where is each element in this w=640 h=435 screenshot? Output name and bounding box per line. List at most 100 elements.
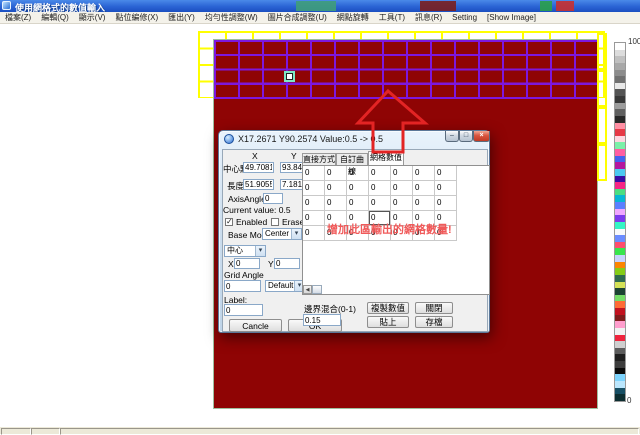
cancel-button[interactable]: Cancle	[229, 319, 282, 332]
grid-cell[interactable]: 0	[435, 181, 457, 196]
base-mode-select[interactable]: Center	[262, 228, 302, 240]
color-band	[615, 89, 625, 96]
app-title-bar[interactable]: 使用網格式的數值輸入	[0, 0, 640, 12]
menu-item[interactable]: 編輯(Q)	[36, 12, 74, 23]
color-band	[615, 341, 625, 348]
anchor-value: 中心	[227, 246, 243, 255]
grid-cell[interactable]: 0	[435, 166, 457, 181]
color-band	[615, 315, 625, 322]
grid-angle-input[interactable]	[224, 280, 261, 292]
enabled-checkbox[interactable]	[225, 218, 233, 226]
color-band	[615, 229, 625, 236]
scale-max-label: 100	[628, 37, 640, 46]
minimize-button-icon[interactable]: –	[445, 131, 459, 142]
menu-item[interactable]: 網點旋轉	[332, 12, 374, 23]
menu-item[interactable]: 匯出(Y)	[163, 12, 200, 23]
erase-dots-checkbox[interactable]	[271, 218, 279, 226]
grid-cell[interactable]: 0	[303, 196, 325, 211]
column-header-y: Y	[291, 152, 297, 161]
blend-input[interactable]	[303, 314, 341, 326]
grid-cell[interactable]: 0	[413, 166, 435, 181]
column-header-x: X	[252, 152, 258, 161]
color-band	[615, 295, 625, 302]
color-band	[615, 388, 625, 395]
grid-cell[interactable]: 0	[303, 226, 325, 241]
color-band	[615, 123, 625, 130]
color-band	[615, 282, 625, 289]
selected-point-marker[interactable]	[286, 73, 293, 80]
grid-cell[interactable]: 0	[325, 166, 347, 181]
center-x-input[interactable]	[243, 162, 274, 173]
grid-cell[interactable]: 0	[413, 181, 435, 196]
menu-item[interactable]: [Show Image]	[482, 13, 541, 22]
grid-cell[interactable]: 0	[369, 196, 391, 211]
grid-cell[interactable]: 0	[303, 211, 325, 226]
color-band	[615, 328, 625, 335]
dialog-body: X Y 中心點 長度 AxisAngle Current value: 0.5 …	[222, 149, 488, 332]
grid-angle-mode-select[interactable]: Default	[265, 280, 305, 292]
grid-angle-mode-value: Default	[268, 281, 293, 290]
close-button-icon[interactable]: ×	[473, 131, 490, 142]
tab-direct-mode[interactable]: 直接方式	[302, 153, 336, 165]
grid-cell[interactable]: 0	[347, 196, 369, 211]
copy-values-button[interactable]: 複製數值	[367, 302, 409, 314]
label-input[interactable]	[224, 304, 263, 316]
background-window-fragment	[556, 1, 574, 11]
color-band	[615, 321, 625, 328]
grid-cell[interactable]: 0	[325, 196, 347, 211]
y-offset-input[interactable]	[274, 258, 300, 269]
close-dialog-button[interactable]: 關閉	[415, 302, 453, 314]
color-band	[615, 209, 625, 216]
scroll-thumb[interactable]	[312, 285, 322, 294]
grid-hscrollbar[interactable]: ◀	[303, 285, 322, 294]
color-band	[615, 43, 625, 50]
dialog-icon	[224, 134, 234, 144]
axis-angle-input[interactable]	[263, 193, 283, 204]
save-button[interactable]: 存檔	[415, 316, 453, 328]
grid-cell[interactable]: 0	[413, 196, 435, 211]
grid-cell[interactable]: 0	[391, 166, 413, 181]
menu-item[interactable]: 訊息(R)	[410, 12, 447, 23]
grid-cell[interactable]: 0	[303, 166, 325, 181]
background-window-fragment	[420, 1, 456, 11]
color-band	[615, 162, 625, 169]
menu-item[interactable]: 檔案(Z)	[0, 12, 36, 23]
color-band	[615, 70, 625, 77]
base-mode-value: Center	[265, 229, 289, 238]
x-label: X	[228, 260, 234, 269]
background-window-fragment	[540, 1, 552, 11]
grid-cell[interactable]: 0	[325, 181, 347, 196]
red-up-arrow-annotation	[350, 85, 435, 157]
grid-cell[interactable]: 0	[369, 166, 391, 181]
scroll-left-icon[interactable]: ◀	[303, 285, 312, 294]
menu-item[interactable]: 顯示(V)	[74, 12, 111, 23]
anchor-select[interactable]: 中心	[224, 245, 266, 257]
yellow-grid-cell	[597, 144, 607, 181]
color-band	[615, 361, 625, 368]
color-band	[615, 275, 625, 282]
grid-cell[interactable]: 0	[435, 196, 457, 211]
grid-cell[interactable]: 0	[347, 181, 369, 196]
menu-item[interactable]: 點位編修(X)	[110, 12, 163, 23]
grid-cell[interactable]: 0	[391, 196, 413, 211]
grid-cell[interactable]: 0	[391, 181, 413, 196]
color-band	[615, 262, 625, 269]
menu-item[interactable]: Setting	[447, 13, 482, 22]
x-offset-input[interactable]	[234, 258, 260, 269]
length-x-input[interactable]	[243, 179, 274, 190]
menu-bar: 檔案(Z)編輯(Q)顯示(V)點位編修(X)匯出(Y)均勻性調整(W)圖片合成調…	[0, 12, 640, 24]
grid-cell[interactable]: 0	[369, 181, 391, 196]
color-scale-strip	[614, 42, 626, 402]
status-bar	[0, 426, 640, 434]
menu-item[interactable]: 工具(T)	[374, 12, 410, 23]
yellow-grid-cell	[597, 70, 607, 107]
color-band	[615, 83, 625, 90]
menu-item[interactable]: 圖片合成調整(U)	[263, 12, 332, 23]
current-value-text: Current value: 0.5	[223, 206, 291, 215]
color-band	[615, 242, 625, 249]
axis-angle-label: AxisAngle	[228, 195, 266, 204]
grid-cell[interactable]: 0	[303, 181, 325, 196]
paste-button[interactable]: 貼上	[367, 316, 409, 328]
maximize-button-icon[interactable]: □	[459, 131, 473, 142]
menu-item[interactable]: 均勻性調整(W)	[200, 12, 263, 23]
